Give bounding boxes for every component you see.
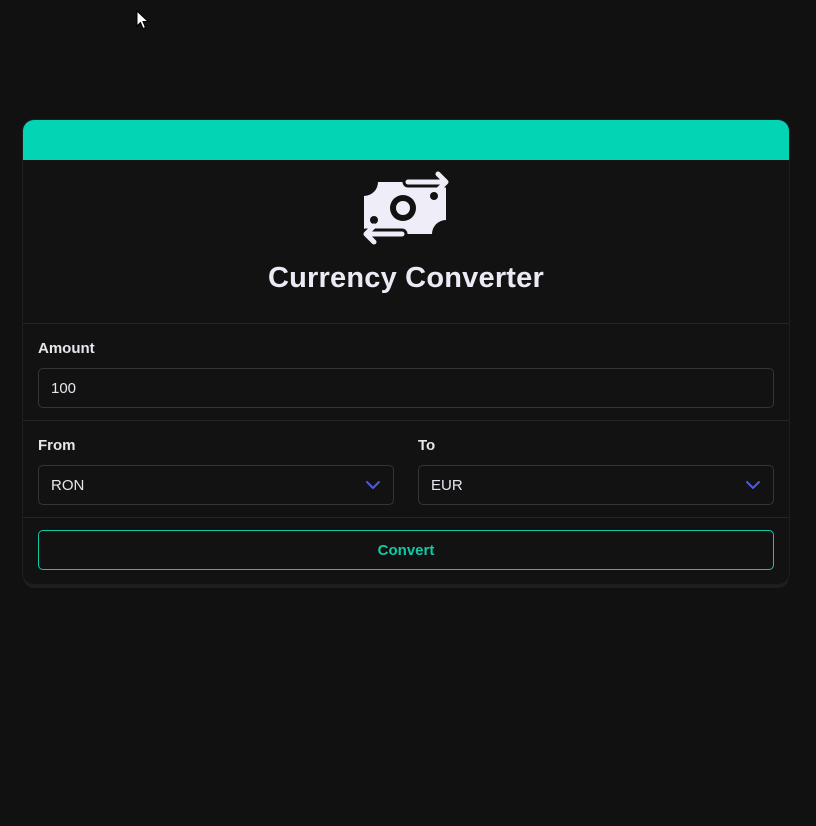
money-exchange-icon bbox=[360, 171, 452, 245]
from-currency-select[interactable]: RON bbox=[38, 465, 394, 505]
chevron-down-icon bbox=[746, 481, 760, 489]
amount-input[interactable]: 100 bbox=[38, 368, 774, 408]
button-section: Convert bbox=[23, 518, 789, 582]
convert-button[interactable]: Convert bbox=[38, 530, 774, 570]
to-label: To bbox=[418, 437, 436, 454]
page-title: Currency Converter bbox=[268, 262, 544, 294]
converter-card: Currency Converter Amount 100 From RON T… bbox=[22, 119, 790, 585]
mouse-pointer-icon bbox=[136, 10, 150, 30]
amount-value: 100 bbox=[51, 379, 77, 397]
hero-section: Currency Converter bbox=[23, 160, 789, 324]
amount-label: Amount bbox=[38, 340, 95, 357]
currency-section: From RON To EUR bbox=[23, 421, 789, 518]
amount-section: Amount 100 bbox=[23, 324, 789, 421]
chevron-down-icon bbox=[366, 481, 380, 489]
to-currency-select[interactable]: EUR bbox=[418, 465, 774, 505]
card-header-bar bbox=[23, 120, 789, 160]
from-currency-value: RON bbox=[51, 476, 85, 494]
to-currency-value: EUR bbox=[431, 476, 463, 494]
from-label: From bbox=[38, 437, 76, 454]
